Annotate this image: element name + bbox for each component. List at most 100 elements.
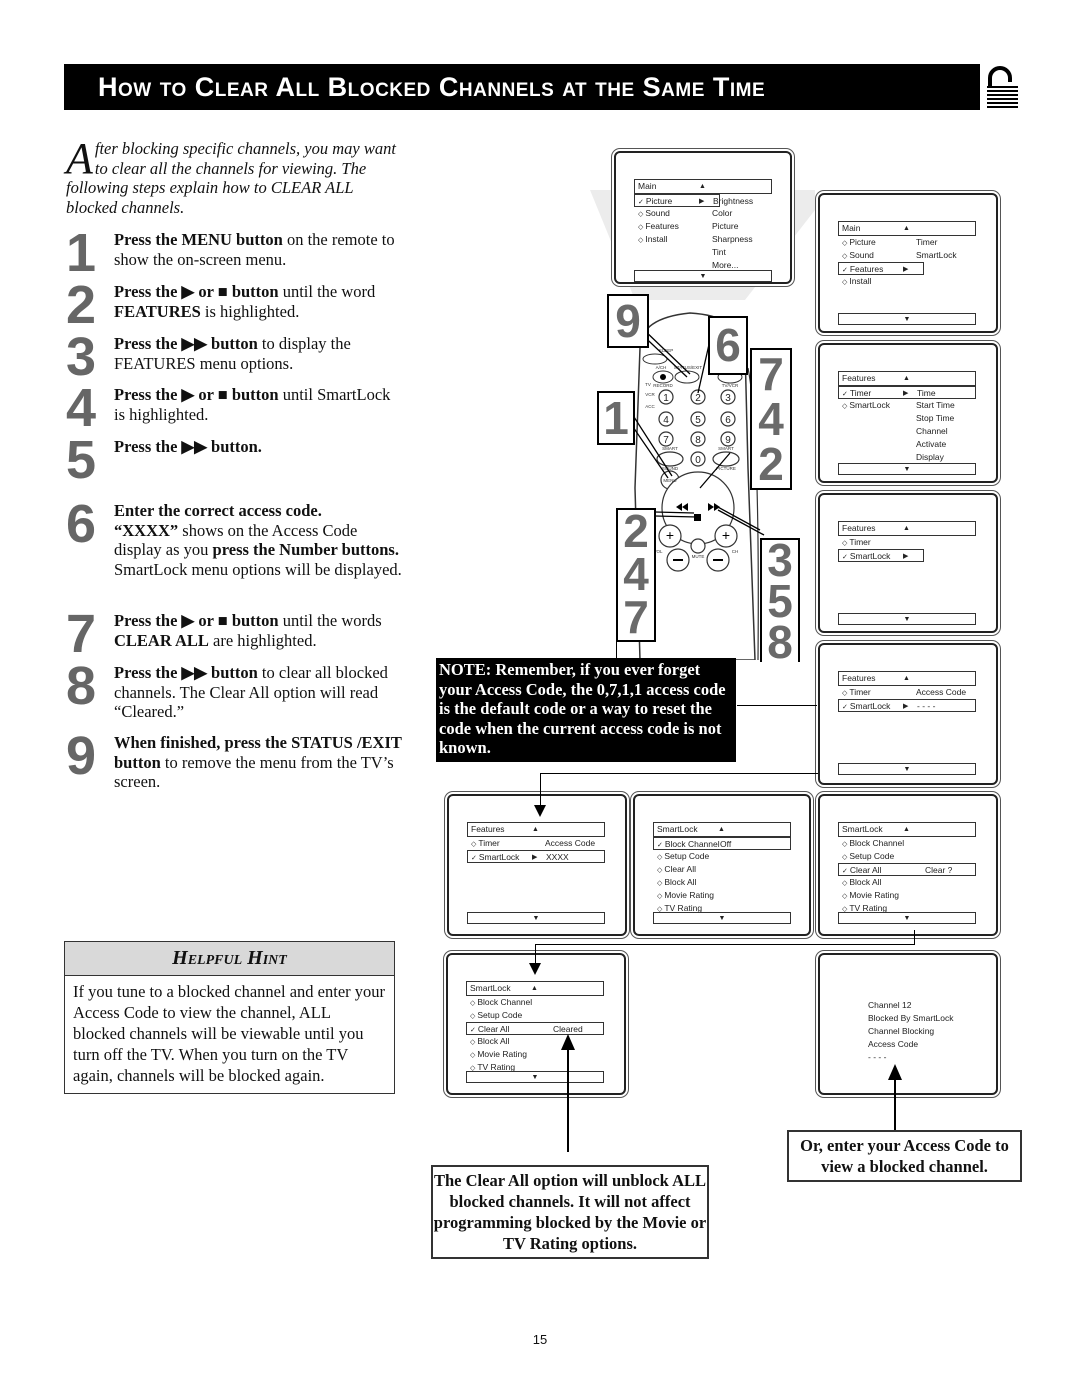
scroll-down-icon[interactable]: ▼ bbox=[838, 912, 976, 924]
menu-item-highlighted[interactable]: ✓ Features ▶ bbox=[838, 262, 924, 275]
menu-item[interactable]: ◇ Features Picture bbox=[634, 220, 772, 233]
arrow-down-icon bbox=[534, 805, 546, 817]
up-arrow-icon: ▲ bbox=[903, 675, 910, 682]
menu-item-highlighted[interactable]: ✓ Clear All Cleared bbox=[466, 1022, 604, 1035]
menu-value: Color bbox=[712, 208, 733, 218]
menu-item[interactable]: ◇ Setup Code bbox=[466, 1009, 604, 1022]
tv-mode-label: TV bbox=[645, 382, 651, 387]
callout-step-9: 9 bbox=[607, 294, 649, 348]
scroll-down-icon[interactable]: ▼ bbox=[634, 270, 772, 282]
key-5[interactable]: 5 bbox=[695, 415, 701, 426]
menu-item[interactable]: ◇ Block Channel bbox=[466, 996, 604, 1009]
osd-menu: SmartLock ▲ ✓ Block Channel Off ◇ Setup Code… bbox=[653, 822, 791, 924]
menu-value: Stop Time bbox=[916, 413, 955, 423]
access-code-info-box: Or, enter your Access Code to view a blo… bbox=[787, 1130, 1022, 1182]
picture-label: PICTURE bbox=[716, 466, 736, 471]
menu-item[interactable]: ◇ Block All bbox=[466, 1035, 604, 1048]
acc-mode-label: ACC bbox=[645, 404, 655, 409]
sound-label: SOUND bbox=[662, 466, 679, 471]
menu-value: XXXX bbox=[546, 852, 569, 862]
menu-item[interactable]: Activate bbox=[838, 438, 976, 451]
right-arrow-icon: ▶ bbox=[532, 854, 538, 861]
menu-item[interactable]: ◇ Movie Rating bbox=[838, 889, 976, 902]
osd-menu: Features ▲ ◇ Timer Access Code ✓ SmartLock ▶ -… bbox=[838, 671, 976, 775]
scroll-down-icon[interactable]: ▼ bbox=[653, 912, 791, 924]
scroll-down-icon[interactable]: ▼ bbox=[838, 613, 976, 625]
scroll-down-icon[interactable]: ▼ bbox=[838, 313, 976, 325]
callout-step-6: 6 bbox=[708, 316, 748, 375]
checkmark-icon: ✓ bbox=[842, 868, 850, 875]
access-code-placeholder: - - - - bbox=[868, 1052, 887, 1062]
up-arrow-icon: ▲ bbox=[699, 183, 706, 190]
key-9[interactable]: 9 bbox=[725, 435, 731, 446]
menu-header: Features ▲ bbox=[467, 822, 605, 837]
menu-item[interactable]: ◇ Clear All bbox=[653, 863, 791, 876]
vcr-mode-label: VCR bbox=[645, 392, 655, 397]
menu-item[interactable]: ◇ Install Sharpness bbox=[634, 233, 772, 246]
tv-screen-smartlock-menu: SmartLock ▲ ✓ Block Channel Off ◇ Setup Code… bbox=[633, 794, 811, 936]
up-arrow-icon: ▲ bbox=[531, 985, 538, 992]
menu-item[interactable]: ◇ Sound SmartLock bbox=[838, 249, 976, 262]
menu-item[interactable]: ◇ Setup Code bbox=[838, 850, 976, 863]
arrow-up-icon bbox=[561, 1034, 575, 1050]
osd-menu: SmartLock ▲ ◇ Block Channel ◇ Setup Code ✓ C… bbox=[466, 981, 604, 1083]
menu-item[interactable]: Tint bbox=[634, 246, 772, 259]
menu-button-label[interactable]: MENU bbox=[663, 478, 676, 483]
key-4[interactable]: 4 bbox=[663, 415, 669, 426]
osd-menu: Features ▲ ◇ Timer ✓ SmartLock ▶ ▼ bbox=[838, 521, 976, 625]
menu-item[interactable]: ◇ Timer Access Code bbox=[838, 686, 976, 699]
scroll-down-icon[interactable]: ▼ bbox=[838, 463, 976, 475]
menu-item[interactable]: ◇ Setup Code bbox=[653, 850, 791, 863]
up-arrow-icon: ▲ bbox=[903, 225, 910, 232]
menu-item-highlighted[interactable]: ✓ Clear All Clear ? bbox=[838, 863, 976, 876]
menu-item[interactable]: ◇ Movie Rating bbox=[466, 1048, 604, 1061]
menu-item[interactable]: ◇ Sound Color bbox=[634, 207, 772, 220]
checkmark-icon: ✓ bbox=[842, 554, 850, 561]
intro-paragraph: After blocking specific channels, you ma… bbox=[66, 134, 396, 217]
menu-item-highlighted[interactable]: ✓ Picture ▶ Brightness bbox=[634, 194, 753, 207]
checkmark-icon: ✓ bbox=[842, 267, 850, 274]
menu-item[interactable]: ◇ Block All bbox=[838, 876, 976, 889]
arrow-down-icon bbox=[529, 963, 541, 975]
key-1[interactable]: 1 bbox=[663, 393, 669, 404]
menu-value: - - - - bbox=[917, 701, 936, 711]
menu-value: Picture bbox=[712, 221, 739, 231]
key-8[interactable]: 8 bbox=[695, 435, 701, 446]
menu-item-highlighted[interactable]: ✓ Timer ▶ Time bbox=[838, 386, 976, 399]
remote-control-illustration: 1 2 3 4 5 6 7 8 9 0 SLEEP A/CH STATUS/EX… bbox=[580, 288, 810, 665]
scroll-down-icon[interactable]: ▼ bbox=[838, 763, 976, 775]
menu-item-highlighted[interactable]: ✓ SmartLock ▶ - - - - bbox=[838, 699, 976, 712]
menu-header: Features ▲ bbox=[838, 671, 976, 686]
menu-item[interactable]: ◇ Block Channel bbox=[838, 837, 976, 850]
tv-screen-main-picture: Main ▲ ✓ Picture ▶ Brightness ◇ Sound Color ◇ F… bbox=[614, 151, 792, 284]
key-0[interactable]: 0 bbox=[695, 455, 701, 466]
key-2[interactable]: 2 bbox=[695, 393, 701, 404]
menu-value: Access Code bbox=[916, 687, 967, 697]
scroll-down-icon[interactable]: ▼ bbox=[466, 1071, 604, 1083]
scroll-down-icon[interactable]: ▼ bbox=[467, 912, 605, 924]
menu-header: Features ▲ bbox=[838, 371, 976, 386]
menu-value: Timer bbox=[916, 237, 938, 247]
menu-item[interactable]: ◇ Timer Access Code bbox=[467, 837, 605, 850]
menu-item-highlighted[interactable]: ✓ SmartLock ▶ XXXX bbox=[467, 850, 605, 863]
menu-value: Activate bbox=[916, 439, 947, 449]
menu-item[interactable]: ◇ SmartLock Start Time bbox=[838, 399, 976, 412]
menu-item-highlighted[interactable]: ✓ SmartLock ▶ bbox=[838, 549, 924, 562]
blocked-channel-line: Blocked By SmartLock bbox=[868, 1013, 954, 1023]
menu-item[interactable]: ◇ Picture Timer bbox=[838, 236, 976, 249]
key-7[interactable]: 7 bbox=[663, 435, 669, 446]
menu-item[interactable]: ◇ Block All bbox=[653, 876, 791, 889]
checkmark-icon: ✓ bbox=[470, 1027, 478, 1034]
menu-item[interactable]: ◇ Timer bbox=[838, 536, 976, 549]
osd-menu: Features ▲ ◇ Timer Access Code ✓ SmartLock ▶ X… bbox=[467, 822, 605, 924]
blocked-channel-line: Access Code bbox=[868, 1039, 919, 1049]
key-6[interactable]: 6 bbox=[725, 415, 731, 426]
menu-item[interactable]: Channel bbox=[838, 425, 976, 438]
menu-item[interactable]: ◇ Install bbox=[838, 275, 976, 288]
menu-value: Tint bbox=[712, 247, 726, 257]
menu-item[interactable]: ◇ Movie Rating bbox=[653, 889, 791, 902]
menu-item-highlighted[interactable]: ✓ Block Channel Off bbox=[653, 837, 791, 850]
menu-value: Sharpness bbox=[712, 234, 753, 244]
menu-item[interactable]: Stop Time bbox=[838, 412, 976, 425]
key-3[interactable]: 3 bbox=[725, 393, 731, 404]
